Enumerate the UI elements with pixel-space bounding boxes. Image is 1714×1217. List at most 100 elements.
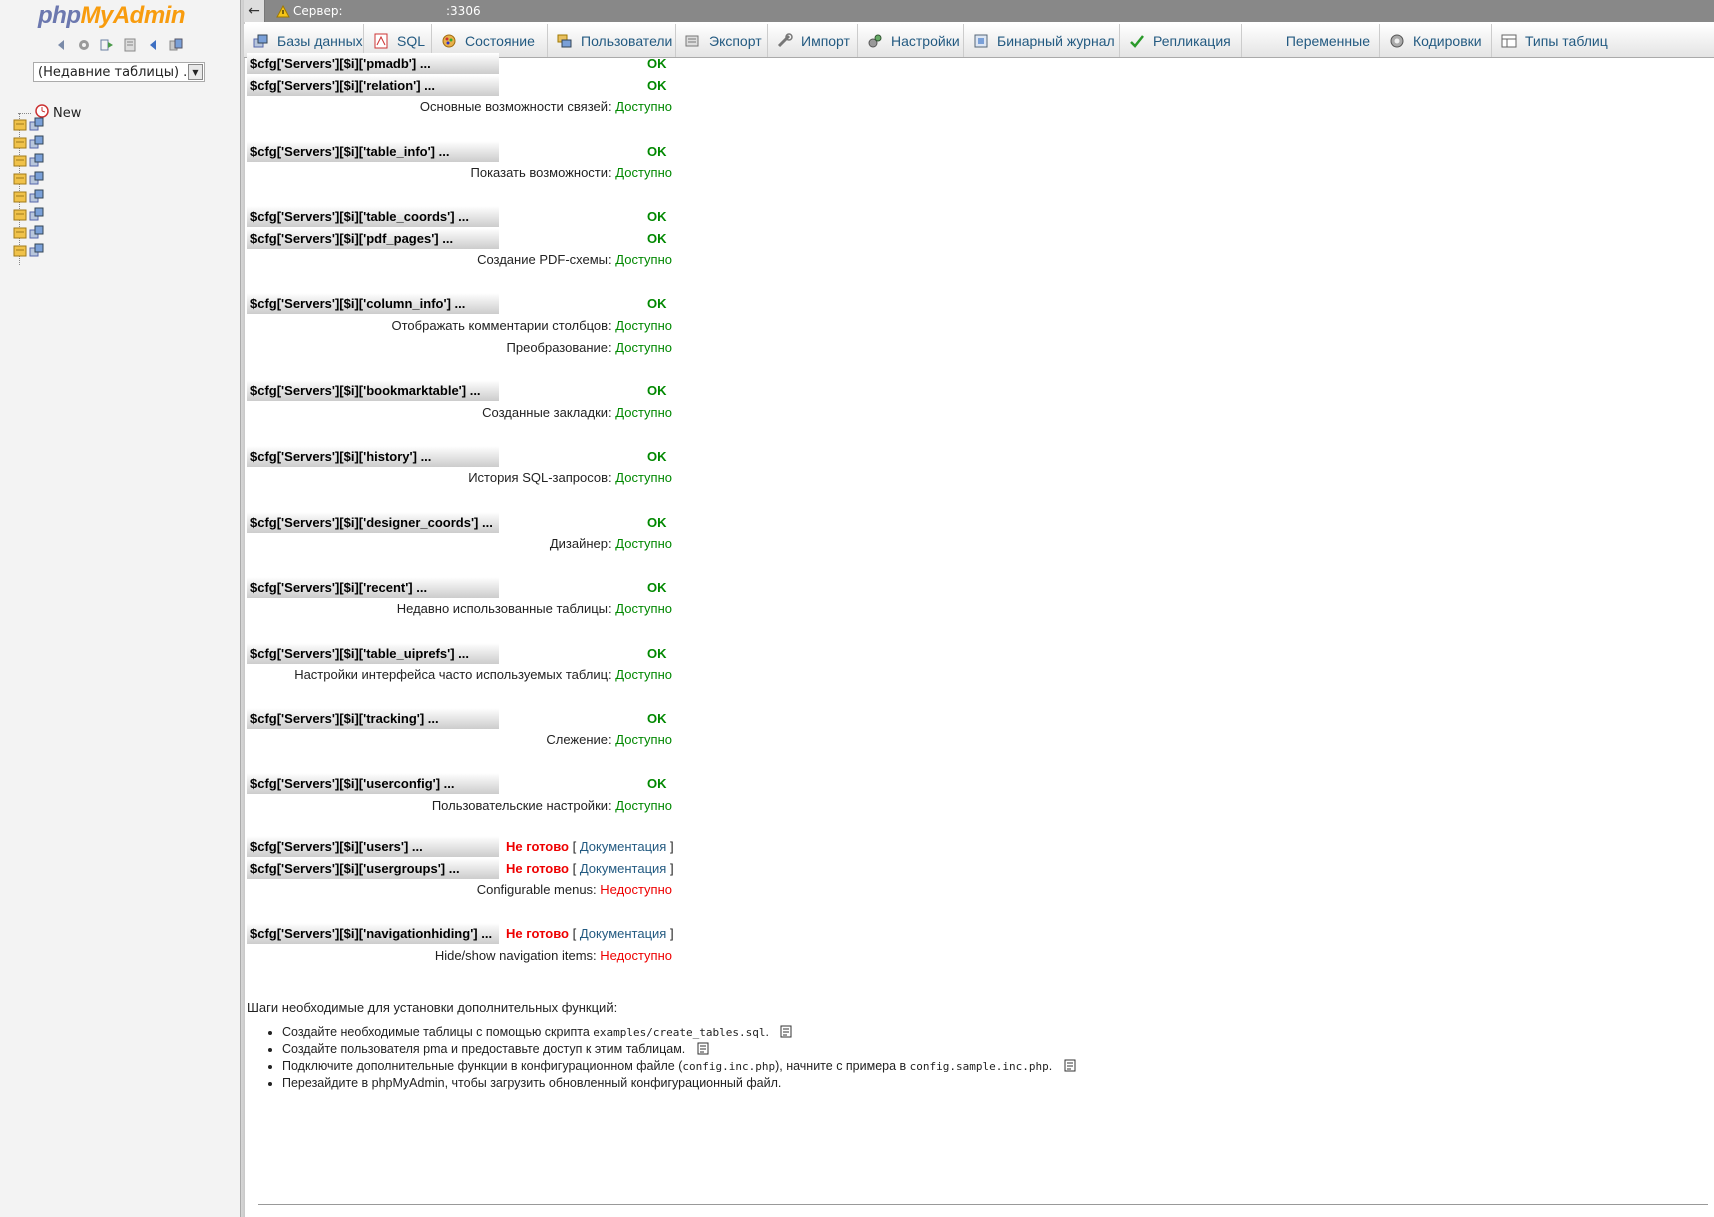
users-icon <box>557 33 573 49</box>
status-ok: OK <box>647 515 667 530</box>
status-ok: OK <box>647 78 667 93</box>
feature-tracking: Слежение: Доступно <box>546 732 672 747</box>
steps-heading: Шаги необходимые для установки дополните… <box>247 1000 618 1015</box>
script-path: examples/create_tables.sql <box>593 1026 766 1039</box>
status-ok: OK <box>647 711 667 726</box>
collapse-left-icon[interactable] <box>54 38 68 52</box>
config-label: $cfg['Servers'][$i]['relation'] ... <box>247 75 499 96</box>
recent-tables-select[interactable]: (Недавние таблицы) ... ▼ <box>33 62 205 82</box>
status-ok: OK <box>647 209 667 224</box>
database-icon <box>29 189 44 203</box>
config-row-table-coords: $cfg['Servers'][$i]['table_coords'] ... … <box>247 206 747 228</box>
binlog-icon <box>973 33 989 49</box>
import-icon <box>777 32 793 49</box>
status-icon <box>441 33 457 49</box>
tab-engines[interactable]: Типы таблиц <box>1492 24 1714 57</box>
feature-pdf: Создание PDF-схемы: Доступно <box>477 252 672 267</box>
documentation-icon[interactable] <box>123 38 137 52</box>
feature-userprefs: Пользовательские настройки: Доступно <box>431 798 672 813</box>
tree-db-item[interactable] <box>13 243 45 257</box>
documentation-link[interactable]: Документация <box>580 926 667 941</box>
config-label: $cfg['Servers'][$i]['pmadb'] ... <box>247 53 499 74</box>
database-icon <box>29 207 44 221</box>
documentation-icon[interactable] <box>697 1042 709 1055</box>
sql-icon <box>373 33 389 49</box>
expand-db-icon[interactable] <box>13 135 27 149</box>
export-icon <box>685 33 701 49</box>
database-icon <box>29 225 44 239</box>
check-icon <box>1129 33 1145 49</box>
documentation-link[interactable]: Документация <box>580 839 667 854</box>
tab-replication[interactable]: Репликация <box>1120 24 1242 57</box>
back-arrow-icon[interactable] <box>146 38 160 52</box>
tree-db-item[interactable] <box>13 207 45 221</box>
expand-db-icon[interactable] <box>13 189 27 203</box>
config-row-users: $cfg['Servers'][$i]['users'] ... Не гото… <box>247 836 747 858</box>
config-label: $cfg['Servers'][$i]['bookmarktable'] ... <box>247 380 499 401</box>
exit-icon[interactable] <box>100 38 114 52</box>
sample-config-file: config.sample.inc.php <box>909 1060 1049 1073</box>
tab-binlog[interactable]: Бинарный журнал <box>964 24 1120 57</box>
list-item: Перезайдите в phpMyAdmin, чтобы загрузит… <box>282 1075 1076 1092</box>
server-port: :3306 <box>446 4 481 18</box>
documentation-link[interactable]: Документация <box>580 861 667 876</box>
list-item: Подключите дополнительные функции в конф… <box>282 1058 1076 1075</box>
config-row-designer-coords: $cfg['Servers'][$i]['designer_coords'] .… <box>247 512 747 534</box>
feature-status: Доступно <box>615 252 672 267</box>
config-row-column-info: $cfg['Servers'][$i]['column_info'] ... O… <box>247 293 747 315</box>
warning-icon <box>276 4 290 17</box>
gear-icon[interactable] <box>77 38 91 52</box>
status-ok: OK <box>647 56 667 71</box>
config-label: $cfg['Servers'][$i]['table_coords'] ... <box>247 206 499 227</box>
expand-db-icon[interactable] <box>13 117 27 131</box>
feature-status: Доступно <box>615 798 672 813</box>
tree-db-item[interactable] <box>13 135 45 149</box>
config-label: $cfg['Servers'][$i]['column_info'] ... <box>247 293 499 314</box>
config-row-tracking: $cfg['Servers'][$i]['tracking'] ... OK <box>247 708 747 730</box>
documentation-icon[interactable] <box>1064 1059 1076 1072</box>
database-icon <box>29 135 44 149</box>
expand-db-icon[interactable] <box>13 171 27 185</box>
expand-db-icon[interactable] <box>13 207 27 221</box>
tab-charsets[interactable]: Кодировки <box>1380 24 1492 57</box>
status-ok: OK <box>647 580 667 595</box>
status-ok: OK <box>647 231 667 246</box>
documentation-icon[interactable] <box>780 1025 792 1038</box>
phpmyadmin-logo[interactable]: phpMyAdmin <box>38 2 185 30</box>
reload-icon[interactable] <box>169 38 183 52</box>
relational-features-content: $cfg['Servers'][$i]['pmadb'] ... OK $cfg… <box>244 53 1714 1217</box>
server-breadcrumb[interactable]: Сервер: <box>276 4 343 18</box>
feature-status: Доступно <box>615 405 672 420</box>
feature-status: Доступно <box>615 470 672 485</box>
config-row-history: $cfg['Servers'][$i]['history'] ... OK <box>247 446 747 468</box>
feature-transformation: Преобразование: Доступно <box>506 340 672 355</box>
tree-db-item[interactable] <box>13 189 45 203</box>
status-ok: OK <box>647 449 667 464</box>
config-label: $cfg['Servers'][$i]['userconfig'] ... <box>247 773 499 794</box>
feature-status: Доступно <box>615 165 672 180</box>
config-row-table-uiprefs: $cfg['Servers'][$i]['table_uiprefs'] ...… <box>247 643 747 665</box>
tab-settings[interactable]: Настройки <box>858 24 964 57</box>
config-label: $cfg['Servers'][$i]['tracking'] ... <box>247 708 499 729</box>
tab-import[interactable]: Импорт <box>768 24 858 57</box>
chevron-down-icon: ▼ <box>188 64 203 80</box>
tree-db-item[interactable] <box>13 153 45 167</box>
feature-status: Доступно <box>615 732 672 747</box>
status-ok: OK <box>647 144 667 159</box>
config-row-bookmarktable: $cfg['Servers'][$i]['bookmarktable'] ...… <box>247 380 747 402</box>
expand-db-icon[interactable] <box>13 153 27 167</box>
config-row-recent: $cfg['Servers'][$i]['recent'] ... OK <box>247 577 747 599</box>
tree-db-item[interactable] <box>13 171 45 185</box>
tree-db-item[interactable] <box>13 117 45 131</box>
expand-db-icon[interactable] <box>13 243 27 257</box>
tab-variables[interactable]: Переменные <box>1242 24 1380 57</box>
status-ok: OK <box>647 646 667 661</box>
list-item: Создайте пользователя pma и предоставьте… <box>282 1041 1076 1058</box>
config-row-usergroups: $cfg['Servers'][$i]['usergroups'] ... Не… <box>247 858 747 880</box>
feature-status: Доступно <box>615 667 672 682</box>
engines-icon <box>1501 33 1517 49</box>
tree-db-item[interactable] <box>13 225 45 239</box>
hide-panel-button[interactable]: ← <box>244 0 265 22</box>
config-label: $cfg['Servers'][$i]['pdf_pages'] ... <box>247 228 499 249</box>
expand-db-icon[interactable] <box>13 225 27 239</box>
